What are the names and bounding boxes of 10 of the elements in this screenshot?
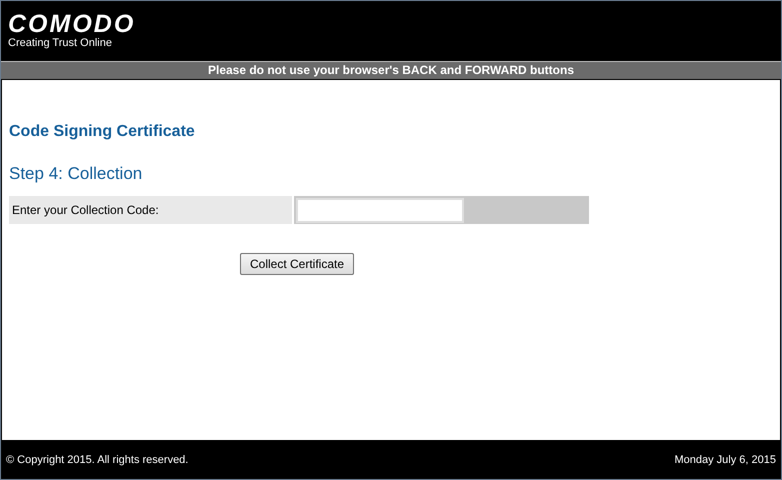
notice-bar: Please do not use your browser's BACK and FORWARD buttons: [1, 61, 781, 79]
copyright-text: © Copyright 2015. All rights reserved.: [6, 454, 188, 466]
tagline: Creating Trust Online: [8, 37, 112, 50]
collection-code-field[interactable]: [296, 198, 464, 222]
field-label: Enter your Collection Code:: [9, 196, 292, 224]
date-text: Monday July 6, 2015: [674, 454, 776, 466]
logo: COMODO: [8, 11, 136, 37]
step-heading: Step 4: Collection: [9, 164, 144, 184]
page-title: Code Signing Certificate: [9, 123, 196, 141]
collect-certificate-button[interactable]: Collect Certificate: [240, 253, 354, 275]
